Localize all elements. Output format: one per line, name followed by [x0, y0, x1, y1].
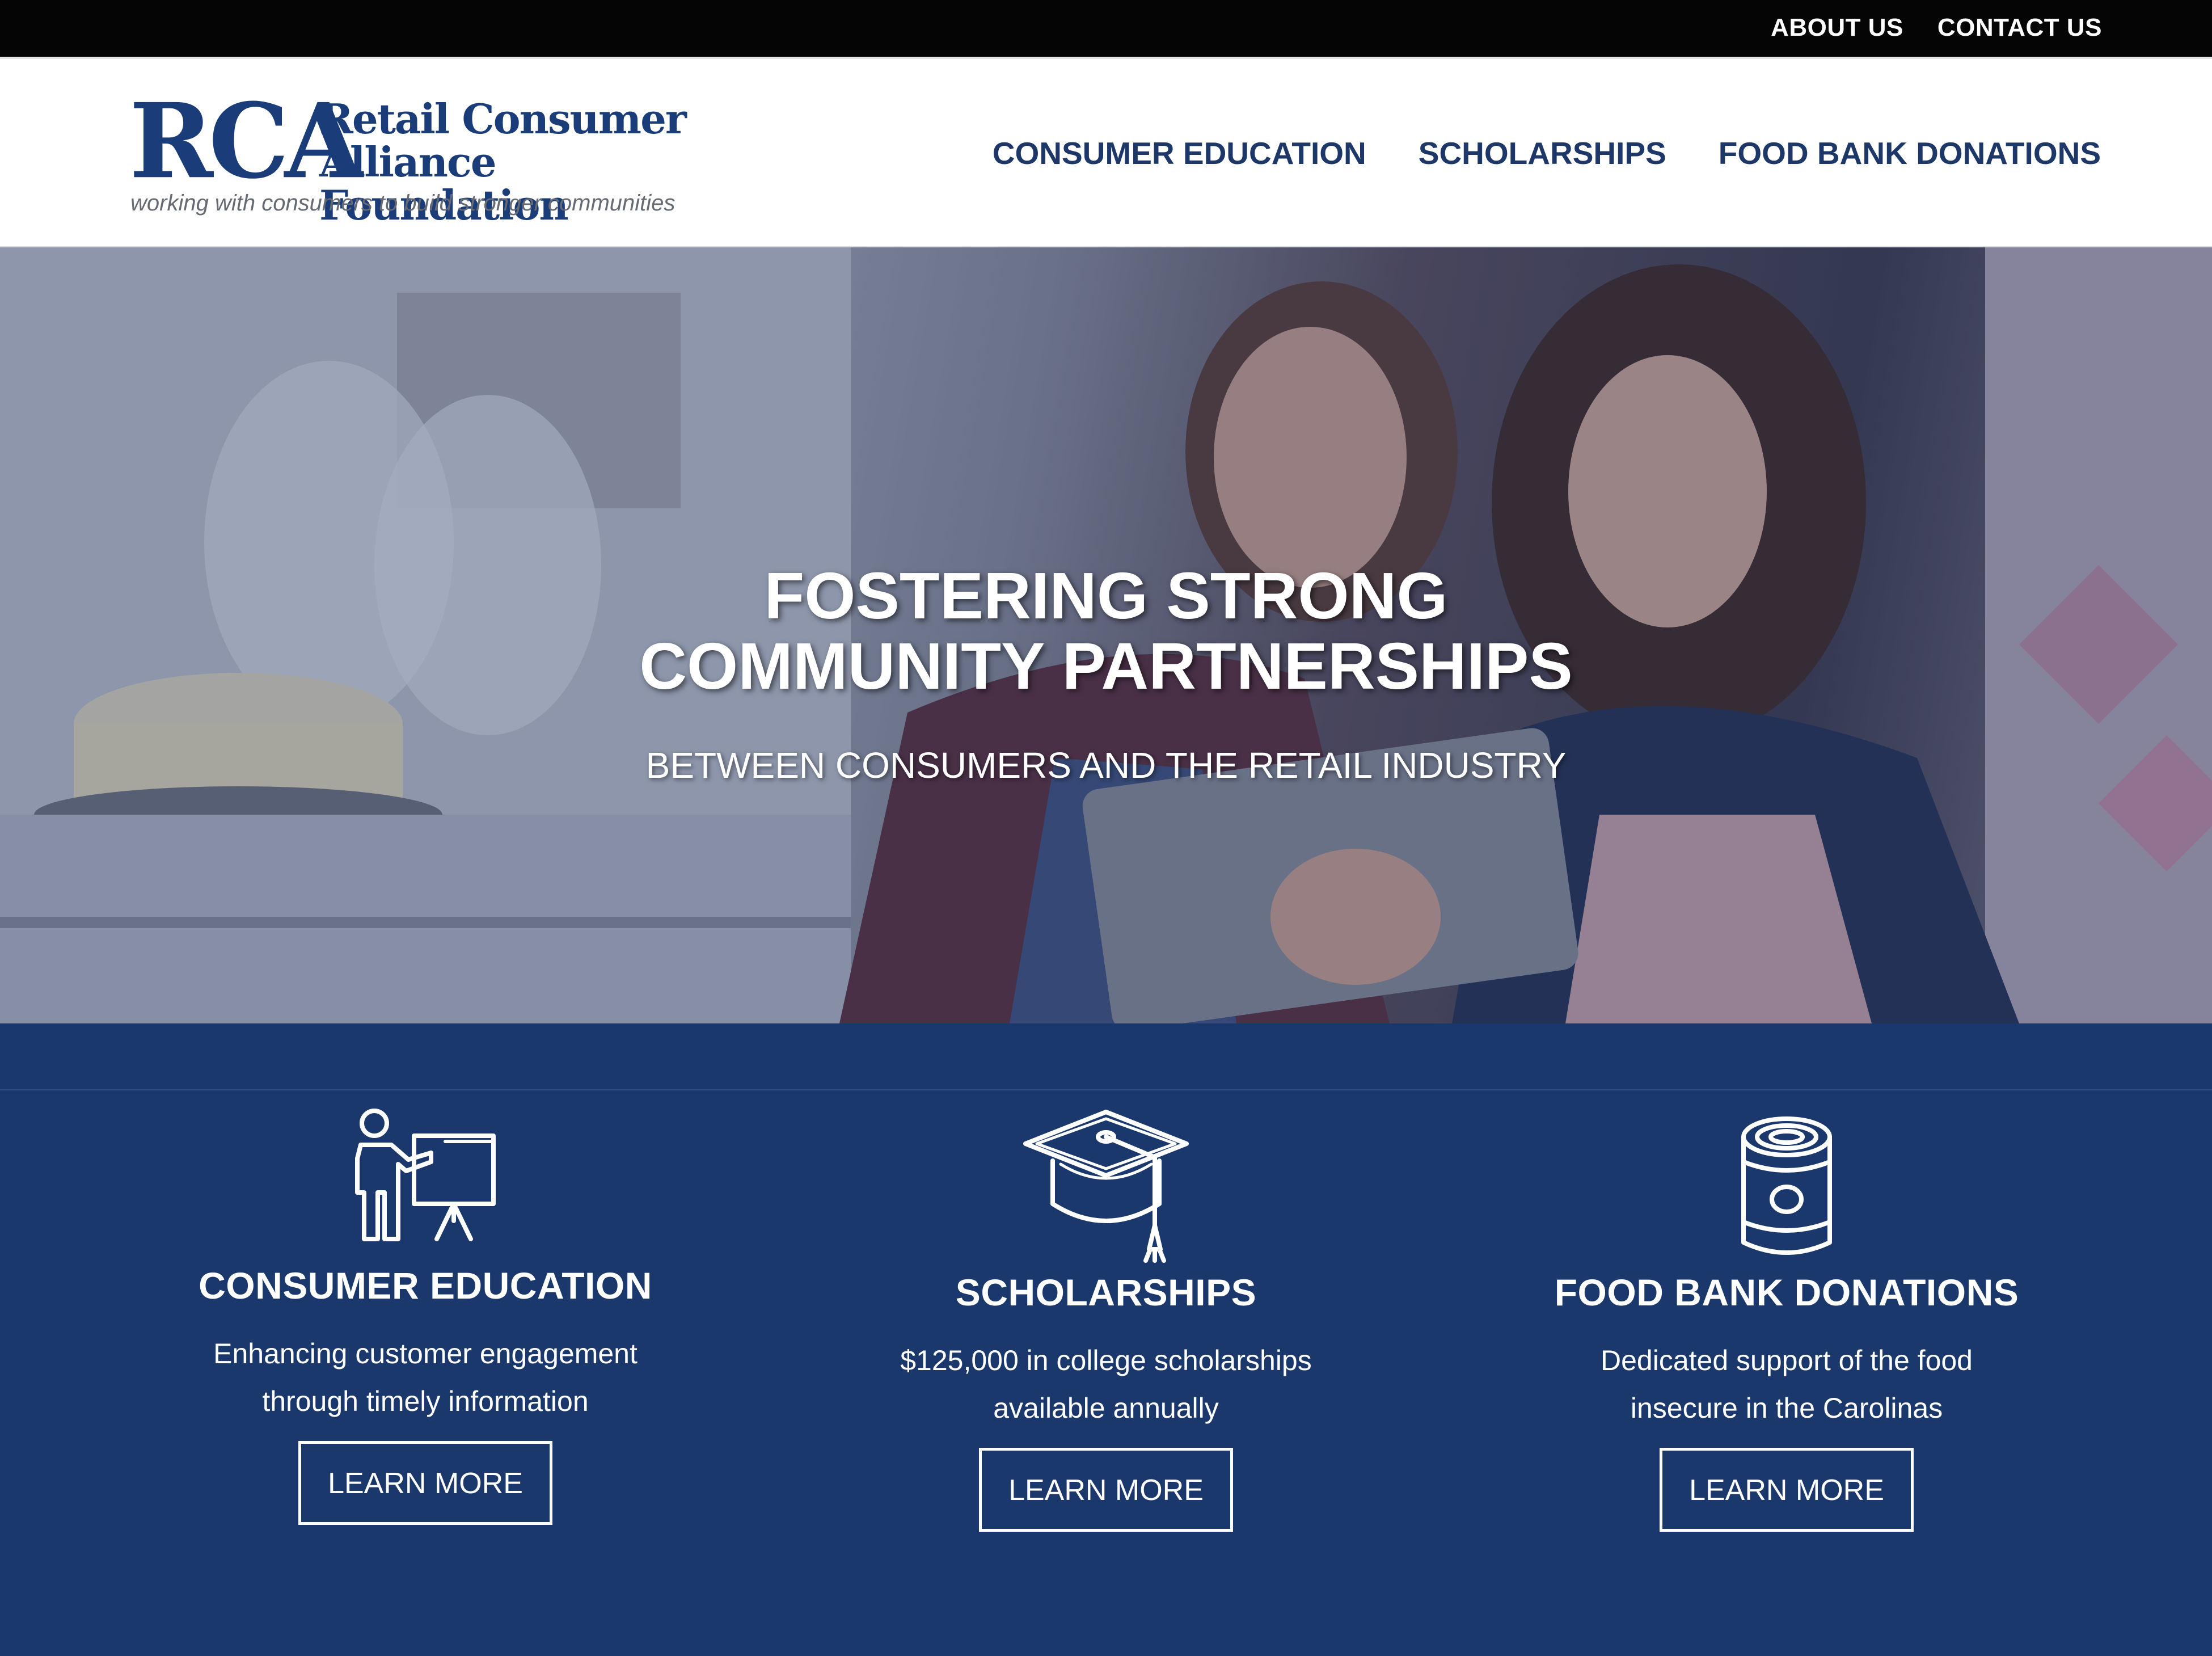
hero-subtitle: BETWEEN CONSUMERS AND THE RETAIL INDUSTR… [645, 745, 1567, 786]
about-us-link[interactable]: ABOUT US [1771, 14, 1903, 42]
hero-banner: FOSTERING STRONG COMMUNITY PARTNERSHIPS … [0, 247, 2212, 1023]
features-section: CONSUMER EDUCATION Enhancing customer en… [0, 1023, 2212, 1656]
nav-scholarships[interactable]: SCHOLARSHIPS [1419, 135, 1666, 171]
hero-title: FOSTERING STRONG COMMUNITY PARTNERSHIPS [0, 561, 2212, 701]
contact-us-link[interactable]: CONTACT US [1937, 14, 2102, 42]
feature-description-line2: insecure in the Carolinas [1630, 1392, 1943, 1424]
learn-more-button[interactable]: LEARN MORE [979, 1448, 1233, 1532]
learn-more-button[interactable]: LEARN MORE [298, 1441, 552, 1525]
hero-title-line2: COMMUNITY PARTNERSHIPS [639, 629, 1573, 703]
feature-title: SCHOLARSHIPS [955, 1271, 1257, 1313]
feature-description-line1: Dedicated support of the food [1600, 1345, 1973, 1376]
nav-food-bank-donations[interactable]: FOOD BANK DONATIONS [1719, 135, 2101, 171]
food-can-icon [1446, 1114, 2127, 1262]
learn-more-button[interactable]: LEARN MORE [1660, 1448, 1914, 1532]
site-header: RCA Retail Consumer Alliance Foundation … [0, 59, 2212, 247]
feature-title: FOOD BANK DONATIONS [1554, 1271, 2019, 1313]
logo-tagline: working with consumers to build stronger… [130, 191, 676, 216]
section-divider [0, 1089, 2212, 1090]
feature-description-line2: through timely information [262, 1385, 589, 1417]
nav-consumer-education[interactable]: CONSUMER EDUCATION [993, 135, 1366, 171]
presenter-icon [85, 1107, 766, 1244]
top-links: ABOUT US CONTACT US [1771, 14, 2102, 42]
main-nav: CONSUMER EDUCATION SCHOLARSHIPS FOOD BAN… [993, 135, 2101, 171]
hero-title-line1: FOSTERING STRONG [764, 559, 1448, 633]
feature-description-line2: available annually [993, 1392, 1219, 1424]
logo-name-line1: Retail Consumer [319, 95, 687, 143]
feature-description-line1: Enhancing customer engagement [213, 1338, 638, 1370]
graduation-cap-icon [766, 1107, 1446, 1266]
rca-logo[interactable]: RCA Retail Consumer Alliance Foundation … [129, 90, 696, 227]
top-bar: ABOUT US CONTACT US [0, 0, 2212, 59]
feature-title: CONSUMER EDUCATION [199, 1265, 652, 1307]
feature-description-line1: $125,000 in college scholarships [900, 1345, 1312, 1376]
